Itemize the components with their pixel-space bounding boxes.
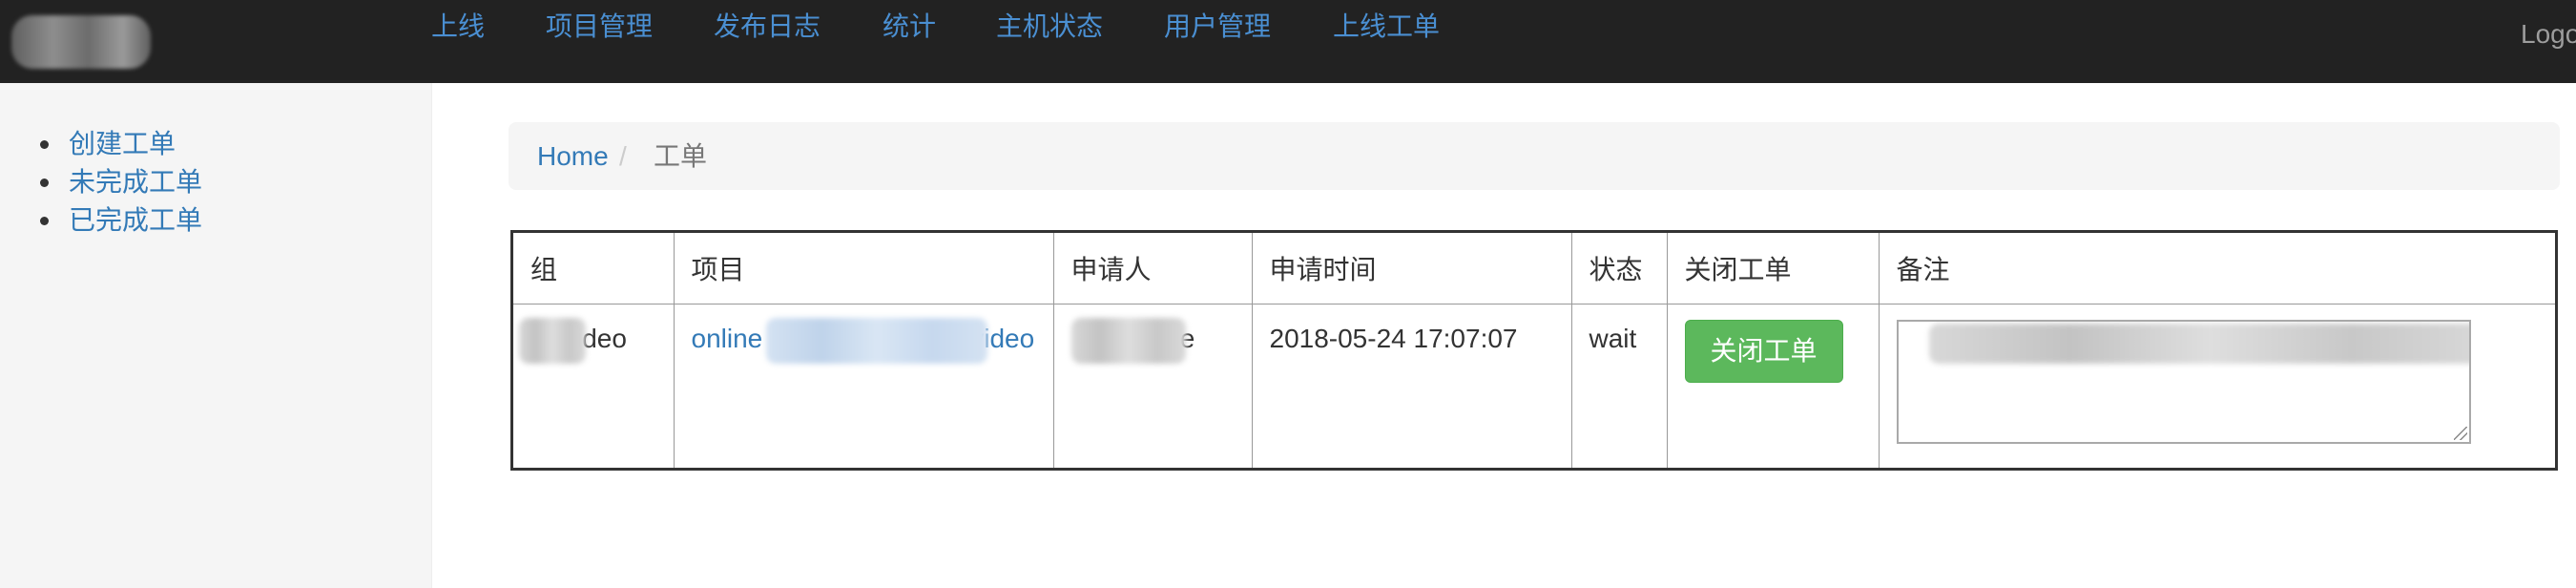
nav-item-online[interactable]: 上线 — [431, 10, 485, 44]
table-row: ideo onlinevideo ie 2018-05-24 17:07:07 … — [513, 304, 2555, 468]
bullet-icon — [40, 140, 49, 149]
nav-item-project-management[interactable]: 项目管理 — [546, 10, 653, 44]
sidebar-item-unfinished-tickets: 未完成工单 — [36, 163, 202, 201]
column-header-close-ticket: 关闭工单 — [1666, 233, 1880, 304]
sidebar: 创建工单 未完成工单 已完成工单 — [0, 83, 432, 588]
nav-item-statistics[interactable]: 统计 — [883, 10, 936, 44]
breadcrumb-current: 工单 — [654, 141, 708, 171]
applicant-value: ie — [1070, 318, 1195, 364]
table-header-row: 组 项目 申请人 申请时间 状态 关闭工单 备注 — [513, 233, 2555, 304]
sidebar-item-create-ticket: 创建工单 — [36, 125, 202, 163]
cell-close-ticket: 关闭工单 — [1666, 304, 1880, 468]
group-value: ideo — [519, 318, 627, 364]
redacted-mask — [1070, 318, 1186, 364]
sidebar-item-finished-tickets: 已完成工单 — [36, 201, 202, 240]
breadcrumb: Home / 工单 — [509, 122, 2560, 190]
column-header-applicant: 申请人 — [1052, 233, 1253, 304]
cell-project: online video — [673, 304, 1054, 468]
cell-group: ideo — [513, 304, 675, 468]
column-header-status: 状态 — [1570, 233, 1668, 304]
project-link[interactable]: online video — [691, 318, 1034, 364]
breadcrumb-home-link[interactable]: Home — [537, 122, 609, 190]
close-ticket-button[interactable]: 关闭工单 — [1684, 320, 1843, 383]
redacted-mask — [1928, 324, 2469, 364]
remark-textarea[interactable] — [1896, 320, 2471, 444]
sidebar-link-unfinished-tickets[interactable]: 未完成工单 — [69, 167, 202, 197]
column-header-apply-time: 申请时间 — [1251, 233, 1572, 304]
sidebar-menu: 创建工单 未完成工单 已完成工单 — [36, 125, 202, 240]
breadcrumb-separator: / — [619, 141, 627, 171]
resize-handle-icon[interactable] — [2453, 427, 2467, 440]
sidebar-link-finished-tickets[interactable]: 已完成工单 — [69, 205, 202, 235]
cell-status: wait — [1570, 304, 1668, 468]
project-link-prefix: online — [691, 324, 763, 353]
bullet-icon — [40, 178, 49, 187]
redacted-mask — [765, 318, 987, 364]
column-header-group: 组 — [513, 233, 675, 304]
column-header-remark: 备注 — [1878, 233, 2555, 304]
brand-logo[interactable] — [11, 15, 151, 69]
cell-remark — [1878, 304, 2555, 468]
column-header-project: 项目 — [673, 233, 1054, 304]
redacted-mask — [519, 318, 586, 364]
nav-item-release-log[interactable]: 发布日志 — [714, 10, 821, 44]
nav-item-online-ticket[interactable]: 上线工单 — [1333, 10, 1440, 44]
top-navbar: 上线 项目管理 发布日志 统计 主机状态 用户管理 上线工单 Logout — [0, 0, 2576, 83]
sidebar-link-create-ticket[interactable]: 创建工单 — [69, 129, 176, 158]
ticket-table: 组 项目 申请人 申请时间 状态 关闭工单 备注 ideo online vide… — [510, 230, 2558, 471]
logout-link[interactable]: Logout — [2521, 17, 2576, 52]
bullet-icon — [40, 217, 49, 225]
cell-apply-time: 2018-05-24 17:07:07 — [1251, 304, 1572, 468]
nav-item-user-management[interactable]: 用户管理 — [1164, 10, 1271, 44]
nav-item-host-status[interactable]: 主机状态 — [996, 10, 1103, 44]
cell-applicant: ie — [1052, 304, 1253, 468]
